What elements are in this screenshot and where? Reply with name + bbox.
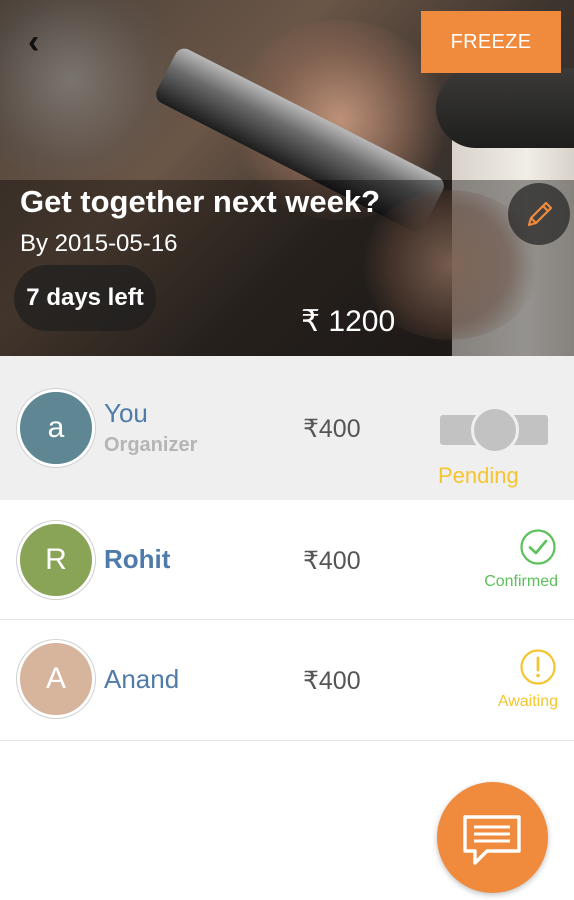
pencil-icon bbox=[527, 201, 553, 227]
freeze-button[interactable]: FREEZE bbox=[421, 11, 561, 73]
avatar: A bbox=[17, 640, 95, 718]
avatar: a bbox=[17, 389, 95, 467]
back-button[interactable]: ‹ bbox=[28, 24, 60, 60]
avatar: R bbox=[17, 521, 95, 599]
event-date: By 2015-05-16 bbox=[20, 230, 178, 257]
participant-amount: ₹400 bbox=[303, 415, 361, 443]
participant-role: Organizer bbox=[104, 434, 198, 456]
check-circle-icon bbox=[520, 529, 556, 565]
chat-button[interactable] bbox=[437, 782, 548, 893]
participant-amount: ₹400 bbox=[303, 667, 361, 695]
participant-row[interactable]: R Rohit ₹400 Confirmed bbox=[0, 500, 574, 620]
days-left-badge: 7 days left bbox=[14, 265, 156, 331]
total-amount: ₹ 1200 bbox=[301, 305, 396, 338]
toggle-knob[interactable] bbox=[471, 406, 519, 454]
status-label: Awaiting bbox=[497, 693, 558, 710]
edit-button[interactable] bbox=[508, 183, 570, 245]
participant-row[interactable]: A Anand ₹400 Awaiting bbox=[0, 620, 574, 741]
participant-row[interactable]: a You Organizer ₹400 Pending bbox=[0, 356, 574, 500]
participant-name: Anand bbox=[104, 664, 180, 694]
participant-name: Rohit bbox=[104, 544, 171, 574]
hero-photo-shape bbox=[0, 0, 180, 180]
chat-icon bbox=[463, 815, 521, 865]
hero-photo-shape bbox=[436, 68, 574, 148]
status-label: Pending bbox=[438, 463, 519, 488]
event-title: Get together next week? bbox=[20, 184, 381, 219]
alert-circle-icon bbox=[520, 649, 556, 685]
participant-amount: ₹400 bbox=[303, 547, 361, 575]
event-header: ‹ FREEZE Get together next week? By 2015… bbox=[0, 0, 574, 356]
status-label: Confirmed bbox=[484, 573, 558, 590]
participant-name: You bbox=[104, 398, 148, 428]
confirm-toggle[interactable] bbox=[440, 406, 548, 454]
chevron-left-icon: ‹ bbox=[28, 23, 40, 61]
